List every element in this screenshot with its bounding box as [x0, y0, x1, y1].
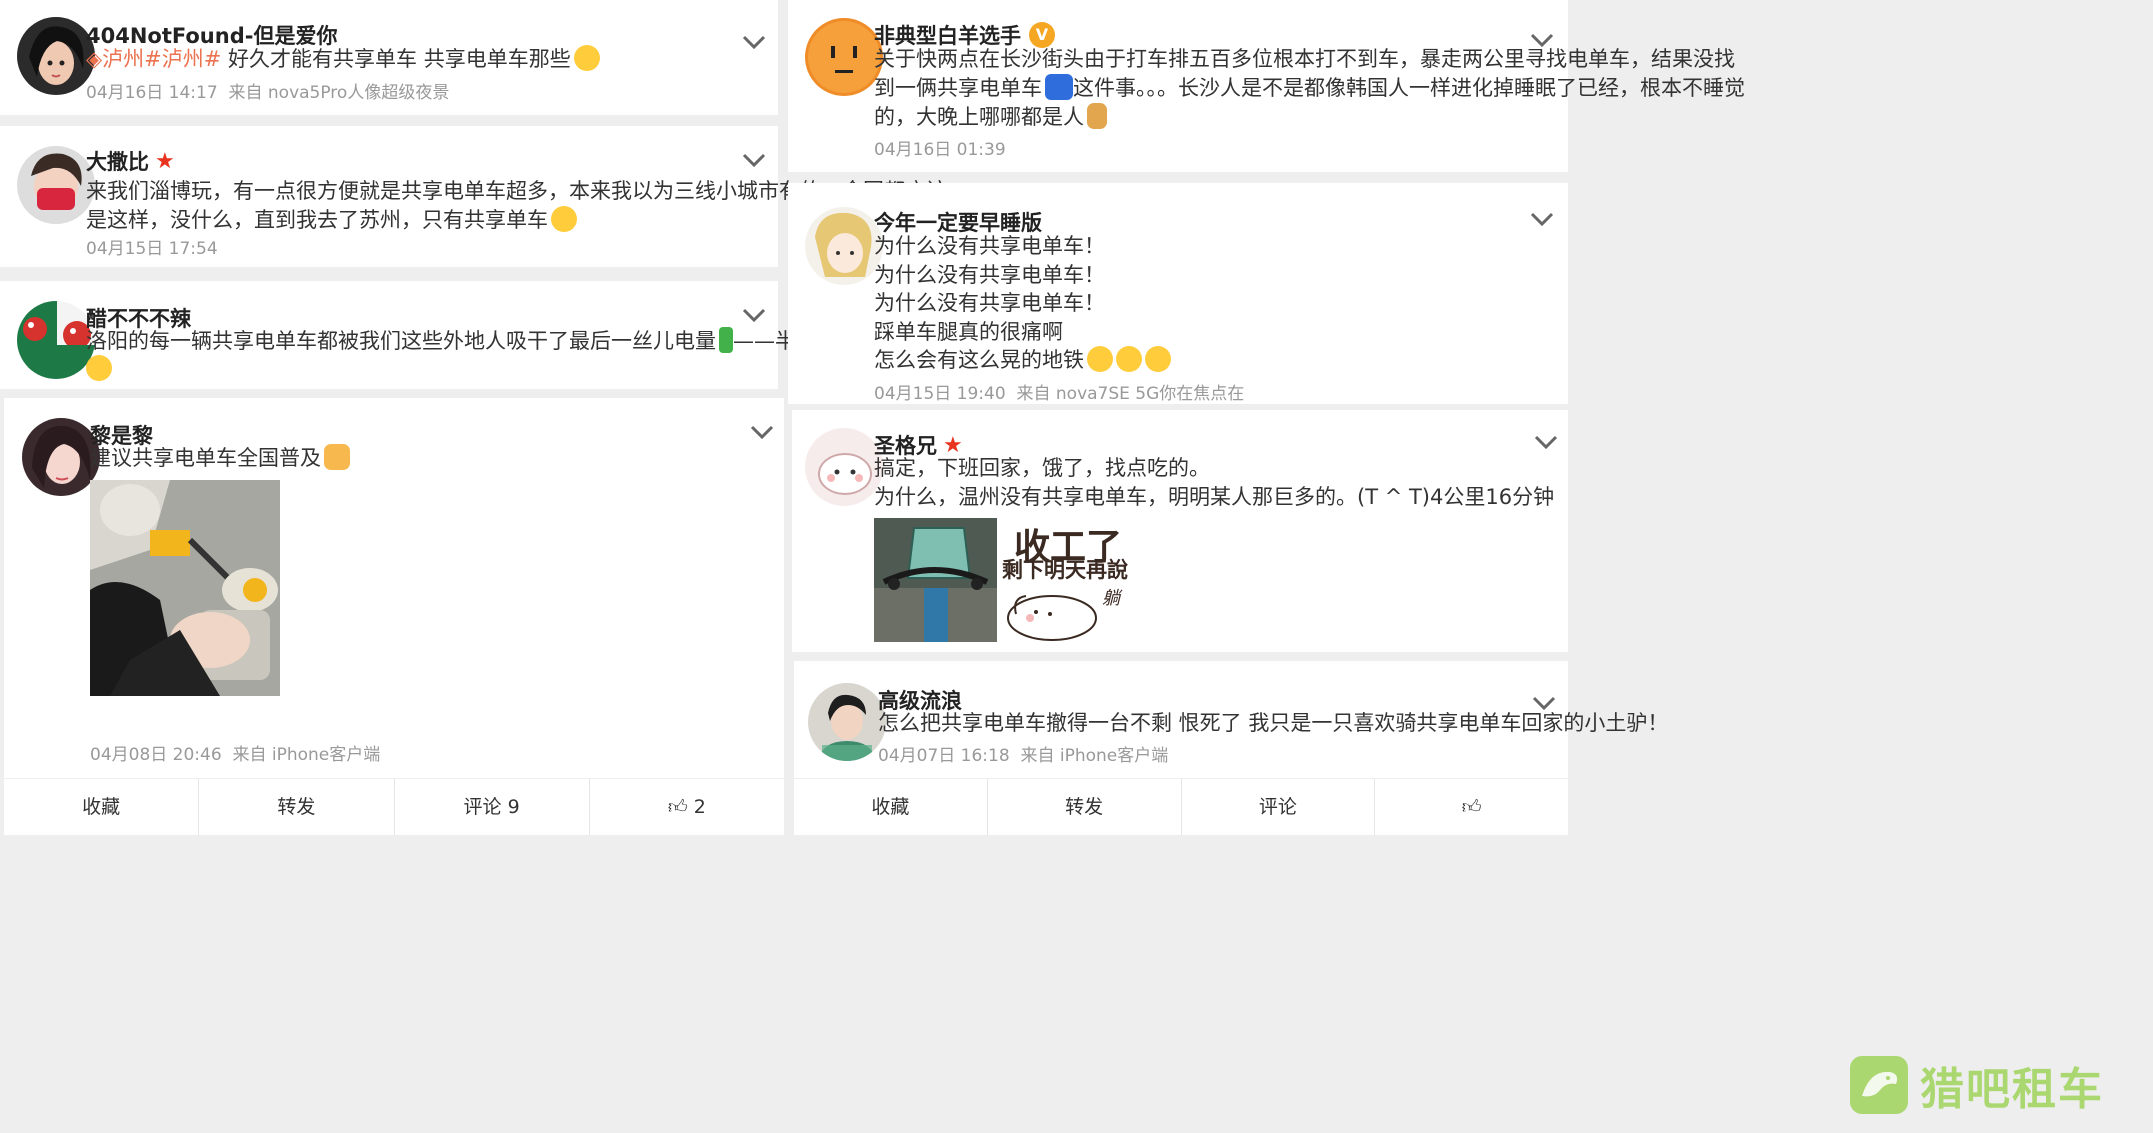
post-card: 高级流浪 怎么把共享电单车撤得一台不剩 恨死了 我只是一只喜欢骑共享电单车回家的… [794, 661, 1668, 779]
action-bar: 收藏 转发 评论 👍︎ [794, 778, 1568, 835]
thumbs-up-emoji-icon [324, 444, 350, 470]
shocked-emoji-icon [1116, 346, 1142, 372]
comment-button[interactable]: 评论 [1182, 779, 1376, 835]
scooter-emoji-icon [1045, 74, 1073, 100]
avatar[interactable] [17, 146, 95, 224]
thumb-up-icon: 👍︎ [667, 796, 688, 818]
post-meta: 04月07日 16:18 来自 iPhone客户端 [878, 741, 1168, 766]
post-time[interactable]: 04月16日 01:39 [874, 140, 1006, 160]
post-text-line-span: 建议共享电单车全国普及 [90, 446, 321, 470]
post-text-line-span: 到一俩共享电单车 [874, 76, 1042, 100]
favorite-button[interactable]: 收藏 [4, 779, 200, 835]
post-meta: 04月16日 14:17 来自 nova5Pro人像超级夜景 [86, 78, 449, 103]
watermark-text: 猎吧租车 [1920, 1064, 2104, 1115]
action-bar: 收藏 转发 评论 9 👍︎ 2 [4, 778, 784, 835]
repost-button[interactable]: 转发 [199, 779, 395, 835]
post-time[interactable]: 04月08日 20:46 [90, 745, 222, 765]
post-text-line-span: 的，大晚上哪哪都是人 [874, 105, 1084, 129]
post-text-line-span: 是这样，没什么，直到我去了苏州，只有共享单车 [86, 208, 548, 232]
topic-link[interactable]: 泸州#泸州# [102, 47, 221, 71]
smile-emoji-icon [86, 355, 112, 381]
post-time[interactable]: 04月15日 17:54 [86, 239, 218, 259]
post-card: 大撒比 ★ 来我们淄博玩，有一点很方便就是共享电单车超多，本来我以为三线小城市有的… [0, 126, 947, 267]
avatar[interactable] [805, 207, 883, 285]
chevron-down-icon[interactable] [1530, 693, 1558, 713]
post-time[interactable]: 04月15日 19:40 [874, 384, 1006, 404]
chevron-down-icon[interactable] [748, 422, 776, 442]
laughing-emoji-icon [551, 206, 577, 232]
hamster-sticker-icon [1007, 595, 1097, 641]
post-source: 来自 nova5Pro人像超级夜景 [228, 83, 450, 103]
chevron-down-icon[interactable] [1532, 432, 1560, 452]
chevron-down-icon[interactable] [1528, 30, 1556, 50]
post-card: 黎是黎 建议共享电单车全国普及 04月08日 20:46 来自 iPhone客户… [4, 398, 784, 778]
thumb-up-icon: 👍︎ [1461, 796, 1482, 818]
post-meta: 04月16日 01:39 [874, 135, 1006, 160]
star-badge-icon: ★ [155, 148, 175, 174]
post-text-line-span: 这件事。。。长沙人是不是都像韩国人一样进化掉睡眠了已经，根本不睡觉 [1073, 76, 1745, 100]
post-source: 来自 iPhone客户端 [232, 745, 381, 765]
chevron-down-icon[interactable] [740, 150, 768, 170]
post-text-line-span: 洛阳的每一辆共享电单车都被我们这些外地人吸干了最后一丝儿电量 [86, 329, 716, 353]
location-icon: ◈ [86, 47, 103, 71]
battery-emoji-icon [719, 327, 733, 353]
avatar[interactable] [17, 301, 95, 379]
chevron-down-icon[interactable] [740, 305, 768, 325]
watermark-icon [1850, 1056, 1908, 1114]
post-text-line [86, 350, 112, 389]
post-text: ◈泸州#泸州# 好久才能有共享单车 共享电单车那些 [86, 40, 600, 79]
crying-emoji-icon [573, 45, 600, 71]
like-button[interactable]: 👍︎ [1375, 779, 1568, 835]
avatar[interactable] [22, 418, 100, 496]
chevron-down-icon[interactable] [740, 32, 768, 52]
post-text-line-span: 怎么会有这么晃的地铁 [874, 348, 1084, 372]
sticker-image[interactable]: 收工了 剩下明天再說 躺 [1002, 518, 1132, 642]
post-body: 好久才能有共享单车 共享电单车那些 [221, 47, 571, 71]
repost-button[interactable]: 转发 [988, 779, 1182, 835]
avatar[interactable] [808, 683, 886, 761]
shocked-emoji-icon [1087, 346, 1113, 372]
post-card: 非典型白羊选手 V 关于快两点在长沙街头由于打车排五百多位根本打不到车，暴走两公里… [788, 0, 1745, 172]
post-text-line: 建议共享电单车全国普及 [90, 439, 350, 478]
post-text-line: 怎么会有这么晃的地铁 [874, 341, 1171, 380]
post-time[interactable]: 04月07日 16:18 [878, 746, 1010, 766]
post-time[interactable]: 04月16日 14:17 [86, 83, 218, 103]
post-card: 圣格兄 ★ 搞定，下班回家，饿了，找点吃的。 为什么，温州没有共享电单车，明明某人… [792, 410, 1568, 652]
chevron-down-icon[interactable] [1528, 209, 1556, 229]
like-button[interactable]: 👍︎ 2 [590, 779, 784, 835]
post-card: 404NotFound-但是爱你 ◈泸州#泸州# 好久才能有共享单车 共享电单车… [0, 0, 778, 115]
post-text-line: 的，大晚上哪哪都是人 [874, 98, 1107, 137]
post-source: 来自 nova7SE 5G你在焦点在 [1016, 384, 1245, 404]
shocked-emoji-icon [1145, 346, 1171, 372]
watermark-logo: 猎吧租车 [1850, 1053, 2130, 1117]
post-card: 今年一定要早睡版 为什么没有共享电单车！ 为什么没有共享电单车！ 为什么没有共享… [788, 183, 1568, 404]
post-meta: 04月15日 19:40 来自 nova7SE 5G你在焦点在 [874, 379, 1244, 404]
post-photo[interactable] [874, 518, 997, 642]
post-meta: 04月15日 17:54 [86, 234, 218, 259]
post-meta: 04月08日 20:46 来自 iPhone客户端 [90, 740, 380, 765]
post-text-line: 为什么，温州没有共享电单车，明明某人那巨多的。(T ^ T)4公里16分钟 [874, 485, 1555, 509]
post-source: 来自 iPhone客户端 [1020, 746, 1169, 766]
like-count: 2 [693, 796, 706, 818]
post-card: 醋不不不辣 洛阳的每一辆共享电单车都被我们这些外地人吸干了最后一丝儿电量——半夜… [0, 281, 949, 389]
post-photo[interactable] [90, 480, 280, 696]
person-emoji-icon [1087, 103, 1107, 129]
comment-button[interactable]: 评论 9 [395, 779, 590, 835]
avatar[interactable] [805, 428, 883, 506]
favorite-button[interactable]: 收藏 [794, 779, 988, 835]
avatar[interactable] [805, 18, 883, 96]
avatar[interactable] [17, 17, 95, 95]
